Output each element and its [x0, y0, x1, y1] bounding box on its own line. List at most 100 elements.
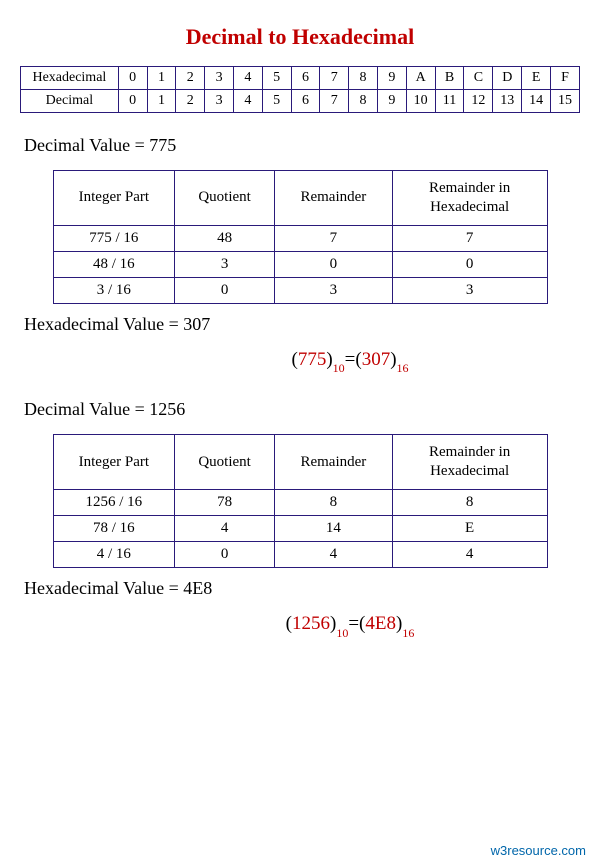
map-dec-cell: 7 — [320, 90, 349, 113]
eq2-rhs-base: 16 — [402, 626, 414, 640]
eq1-lhs-base: 10 — [333, 361, 345, 375]
eq2-lhs-base: 10 — [336, 626, 348, 640]
cell-rh: 0 — [392, 251, 547, 277]
map-dec-cell: 0 — [118, 90, 147, 113]
table-row: 48 / 16 3 0 0 — [53, 251, 547, 277]
map-hex-cell: 4 — [233, 67, 262, 90]
map-dec-cell: 10 — [406, 90, 435, 113]
cell-r: 7 — [274, 225, 392, 251]
table-row: Integer Part Quotient Remainder Remainde… — [53, 435, 547, 490]
cell-r: 8 — [274, 489, 392, 515]
hex-value-line-2: Hexadecimal Value = 4E8 — [24, 578, 580, 599]
table-row: 78 / 16 4 14 E — [53, 515, 547, 541]
conversion-table-1: Integer Part Quotient Remainder Remainde… — [53, 170, 548, 304]
decimal-value-line-2: Decimal Value = 1256 — [24, 399, 580, 420]
map-dec-cell: 1 — [147, 90, 176, 113]
map-dec-cell: 15 — [551, 90, 580, 113]
table-row: 3 / 16 0 3 3 — [53, 277, 547, 303]
hex-dec-map-table: Hexadecimal 0 1 2 3 4 5 6 7 8 9 A B C D … — [20, 66, 580, 113]
cell-q: 3 — [175, 251, 275, 277]
map-dec-cell: 13 — [493, 90, 522, 113]
cell-q: 4 — [175, 515, 275, 541]
map-hex-cell: F — [551, 67, 580, 90]
decimal-value-line-1: Decimal Value = 775 — [24, 135, 580, 156]
cell-int: 3 / 16 — [53, 277, 175, 303]
decimal-value-1: 775 — [149, 135, 176, 155]
cell-r: 3 — [274, 277, 392, 303]
cell-rh: 7 — [392, 225, 547, 251]
map-hex-cell: B — [435, 67, 464, 90]
footer-credit: w3resource.com — [491, 843, 586, 858]
cell-q: 0 — [175, 541, 275, 567]
cell-rh: 3 — [392, 277, 547, 303]
table-row: Hexadecimal 0 1 2 3 4 5 6 7 8 9 A B C D … — [21, 67, 580, 90]
col-remainder: Remainder — [274, 171, 392, 226]
table-row: 1256 / 16 78 8 8 — [53, 489, 547, 515]
conversion-table-2: Integer Part Quotient Remainder Remainde… — [53, 434, 548, 568]
map-dec-cell: 11 — [435, 90, 464, 113]
map-hex-cell: D — [493, 67, 522, 90]
map-hex-cell: 8 — [349, 67, 378, 90]
equation-2: (1256)10=(4E8)16 — [120, 613, 580, 638]
cell-int: 48 / 16 — [53, 251, 175, 277]
map-dec-cell: 12 — [464, 90, 493, 113]
col-remainder: Remainder — [274, 435, 392, 490]
eq1-lhs: 775 — [298, 349, 327, 370]
hex-value-2: 4E8 — [183, 578, 212, 598]
col-integer-part: Integer Part — [53, 435, 175, 490]
map-hex-cell: 7 — [320, 67, 349, 90]
cell-rh: 4 — [392, 541, 547, 567]
col-integer-part: Integer Part — [53, 171, 175, 226]
decimal-value-label: Decimal Value = — [24, 399, 149, 419]
cell-int: 775 / 16 — [53, 225, 175, 251]
table-row: Integer Part Quotient Remainder Remainde… — [53, 171, 547, 226]
hex-value-line-1: Hexadecimal Value = 307 — [24, 314, 580, 335]
map-hex-cell: 6 — [291, 67, 320, 90]
eq1-rhs: 307 — [362, 349, 391, 370]
table-row: Decimal 0 1 2 3 4 5 6 7 8 9 10 11 12 13 … — [21, 90, 580, 113]
map-dec-cell: 9 — [377, 90, 406, 113]
cell-q: 48 — [175, 225, 275, 251]
map-hex-cell: 3 — [205, 67, 234, 90]
cell-rh: 8 — [392, 489, 547, 515]
decimal-value-label: Decimal Value = — [24, 135, 149, 155]
cell-r: 4 — [274, 541, 392, 567]
map-dec-cell: 14 — [522, 90, 551, 113]
col-quotient: Quotient — [175, 435, 275, 490]
map-dec-cell: 3 — [205, 90, 234, 113]
map-hex-cell: A — [406, 67, 435, 90]
cell-r: 14 — [274, 515, 392, 541]
cell-rh: E — [392, 515, 547, 541]
map-hex-cell: 2 — [176, 67, 205, 90]
col-remainder-hex: Remainder in Hexadecimal — [392, 435, 547, 490]
hex-value-label: Hexadecimal Value = — [24, 578, 183, 598]
eq1-rhs-base: 16 — [397, 361, 409, 375]
cell-r: 0 — [274, 251, 392, 277]
map-dec-cell: 4 — [233, 90, 262, 113]
equation-1: (775)10=(307)16 — [120, 349, 580, 374]
col-quotient: Quotient — [175, 171, 275, 226]
map-hex-cell: 0 — [118, 67, 147, 90]
map-hex-cell: C — [464, 67, 493, 90]
map-hex-cell: 9 — [377, 67, 406, 90]
map-hex-cell: E — [522, 67, 551, 90]
col-remainder-hex: Remainder in Hexadecimal — [392, 171, 547, 226]
hex-value-label: Hexadecimal Value = — [24, 314, 183, 334]
cell-q: 78 — [175, 489, 275, 515]
map-dec-cell: 2 — [176, 90, 205, 113]
map-dec-cell: 6 — [291, 90, 320, 113]
cell-q: 0 — [175, 277, 275, 303]
table-row: 775 / 16 48 7 7 — [53, 225, 547, 251]
map-hex-cell: 1 — [147, 67, 176, 90]
table-row: 4 / 16 0 4 4 — [53, 541, 547, 567]
cell-int: 4 / 16 — [53, 541, 175, 567]
hex-value-1: 307 — [183, 314, 210, 334]
map-hex-label: Hexadecimal — [21, 67, 119, 90]
eq2-rhs: 4E8 — [365, 613, 396, 634]
cell-int: 1256 / 16 — [53, 489, 175, 515]
map-dec-cell: 8 — [349, 90, 378, 113]
map-dec-cell: 5 — [262, 90, 291, 113]
cell-int: 78 / 16 — [53, 515, 175, 541]
map-hex-cell: 5 — [262, 67, 291, 90]
map-dec-label: Decimal — [21, 90, 119, 113]
